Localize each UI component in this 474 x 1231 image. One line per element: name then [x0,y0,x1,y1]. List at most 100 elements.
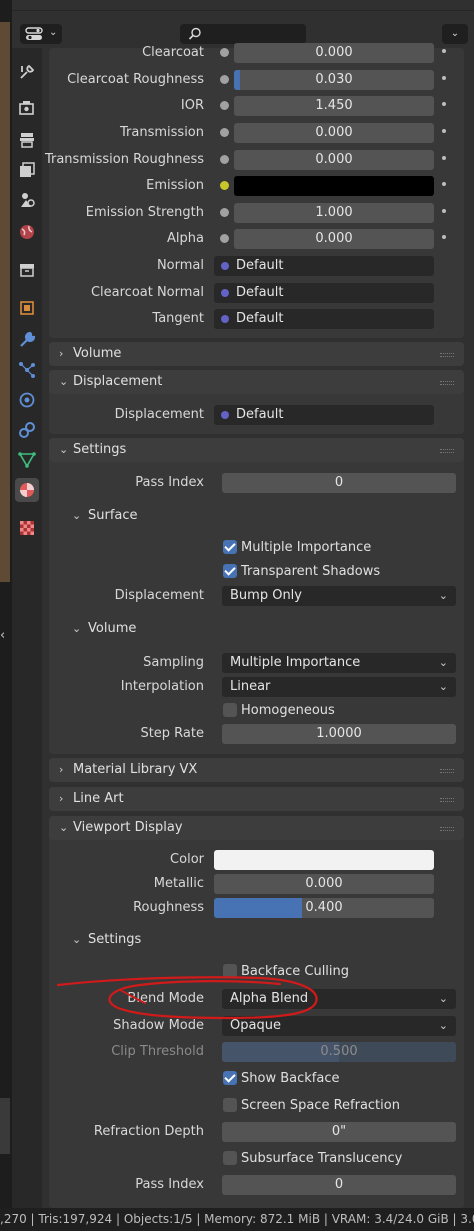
pass-index-field[interactable]: 0 [222,473,456,493]
displacement-label: Displacement [114,407,204,422]
socket-dot [221,411,229,419]
emission-color-field[interactable] [234,176,434,196]
volume-subpanel-header[interactable]: ⌄ Volume [72,618,452,640]
volume-panel-header[interactable]: › Volume [49,342,464,366]
step-rate-label: Step Rate [140,726,204,741]
drag-handle-icon[interactable] [440,827,454,831]
show-backface-checkbox[interactable] [223,1071,237,1085]
drag-handle-icon[interactable] [440,353,454,357]
homogeneous-checkbox[interactable] [223,703,237,717]
tab-output[interactable] [15,128,39,152]
step-rate-field[interactable]: 1.0000 [222,724,456,744]
tab-render[interactable] [15,96,39,120]
transmission-roughness-field[interactable]: 0.000 [234,150,434,170]
socket-dot[interactable] [220,234,229,243]
material-library-panel-header[interactable]: › Material Library VX [49,758,464,782]
roughness-field[interactable]: 0.400 [214,898,434,918]
tab-view-layer[interactable] [15,158,39,182]
sampling-dropdown[interactable]: Multiple Importance ⌄ [222,653,456,673]
chevron-down-icon: ⌄ [450,28,460,39]
tab-data[interactable] [15,448,39,472]
keyframe-dot[interactable] [442,102,446,106]
collapse-arrow-icon[interactable]: ‹ [0,628,5,643]
subsurface-translucency-checkbox[interactable] [223,1151,237,1165]
tab-physics[interactable] [15,388,39,412]
chevron-down-icon: ⌄ [438,1019,448,1032]
socket-dot[interactable] [220,155,229,164]
tab-world[interactable] [15,220,39,244]
displacement-panel-header[interactable]: ⌄ Displacement [49,370,464,394]
normal-field[interactable]: Default [214,256,434,276]
displacement-field[interactable]: Default [214,405,434,425]
surface-displacement-label: Displacement [114,588,204,603]
blend-mode-dropdown[interactable]: Alpha Blend ⌄ [222,989,456,1009]
options-dropdown[interactable]: ⌄ [442,24,468,44]
viewport-settings-subpanel-header[interactable]: ⌄ Settings [72,929,452,951]
mesh-data-icon [18,452,36,468]
tab-modifiers[interactable] [15,328,39,352]
shadow-mode-dropdown[interactable]: Opaque ⌄ [222,1016,456,1036]
transparent-shadows-checkbox[interactable] [223,564,237,578]
transmission-roughness-row: Transmission Roughness 0.000 [42,149,474,171]
tab-constraints[interactable] [15,418,39,442]
keyframe-dot[interactable] [442,156,446,160]
output-icon [20,133,34,148]
metallic-field[interactable]: 0.000 [214,874,434,894]
screen-space-refraction-checkbox[interactable] [223,1098,237,1112]
socket-dot[interactable] [220,128,229,137]
socket-dot[interactable] [220,208,229,217]
search-input[interactable] [180,24,306,44]
clearcoat-roughness-field[interactable]: 0.030 [234,70,434,90]
settings-panel-header[interactable]: ⌄ Settings [49,438,464,462]
socket-dot[interactable] [220,75,229,84]
chevron-down-icon: ⌄ [49,27,58,38]
keyframe-dot[interactable] [442,76,446,80]
keyframe-dot[interactable] [442,49,446,53]
tangent-field[interactable]: Default [214,309,434,329]
viewport-pass-index-field[interactable]: 0 [222,1175,456,1195]
keyframe-dot[interactable] [442,235,446,239]
material-icon [20,483,34,497]
tab-collection[interactable] [15,258,39,282]
status-bar: ,270 | Tris:197,924 | Objects:1/5 | Memo… [0,1208,474,1231]
tab-texture[interactable] [15,516,39,540]
line-art-panel-header[interactable]: › Line Art [49,787,464,811]
emission-strength-field[interactable]: 1.000 [234,203,434,223]
emission-strength-label: Emission Strength [85,205,204,220]
tab-tool[interactable] [15,60,39,84]
drag-handle-icon[interactable] [440,381,454,385]
socket-dot[interactable] [220,48,229,57]
keyframe-dot[interactable] [442,209,446,213]
clearcoat-normal-row: Clearcoat Normal Default [42,282,474,304]
tab-particles[interactable] [15,358,39,382]
drag-handle-icon[interactable] [440,798,454,802]
keyframe-dot[interactable] [442,182,446,186]
socket-dot[interactable] [220,101,229,110]
interpolation-dropdown[interactable]: Linear ⌄ [222,677,456,697]
tab-material[interactable] [15,478,39,502]
keyframe-dot[interactable] [442,129,446,133]
world-icon [20,225,34,239]
viewport-display-panel-header[interactable]: ⌄ Viewport Display [49,816,464,840]
editor-type-button[interactable]: ⌄ [20,24,62,44]
drag-handle-icon[interactable] [440,449,454,453]
transmission-row: Transmission 0.000 [42,122,474,144]
alpha-field[interactable]: 0.000 [234,229,434,249]
multiple-importance-checkbox[interactable] [223,540,237,554]
backface-culling-checkbox[interactable] [223,964,237,978]
tab-object[interactable] [15,296,39,320]
surface-subpanel-header[interactable]: ⌄ Surface [72,505,452,527]
drag-handle-icon[interactable] [440,769,454,773]
clearcoat-normal-field[interactable]: Default [214,283,434,303]
transmission-field[interactable]: 0.000 [234,123,434,143]
interpolation-row: Interpolation Linear ⌄ [42,676,474,698]
emission-row: Emission [42,175,474,197]
tab-scene[interactable] [15,188,39,212]
viewport-color-field[interactable] [214,850,434,870]
ior-field[interactable]: 1.450 [234,96,434,116]
socket-dot[interactable] [220,181,229,190]
clearcoat-field[interactable]: 0.000 [234,43,434,63]
surface-displacement-dropdown[interactable]: Bump Only ⌄ [222,586,456,606]
refraction-depth-field[interactable]: 0" [222,1122,456,1142]
clip-threshold-row: Clip Threshold 0.500 [42,1041,474,1063]
